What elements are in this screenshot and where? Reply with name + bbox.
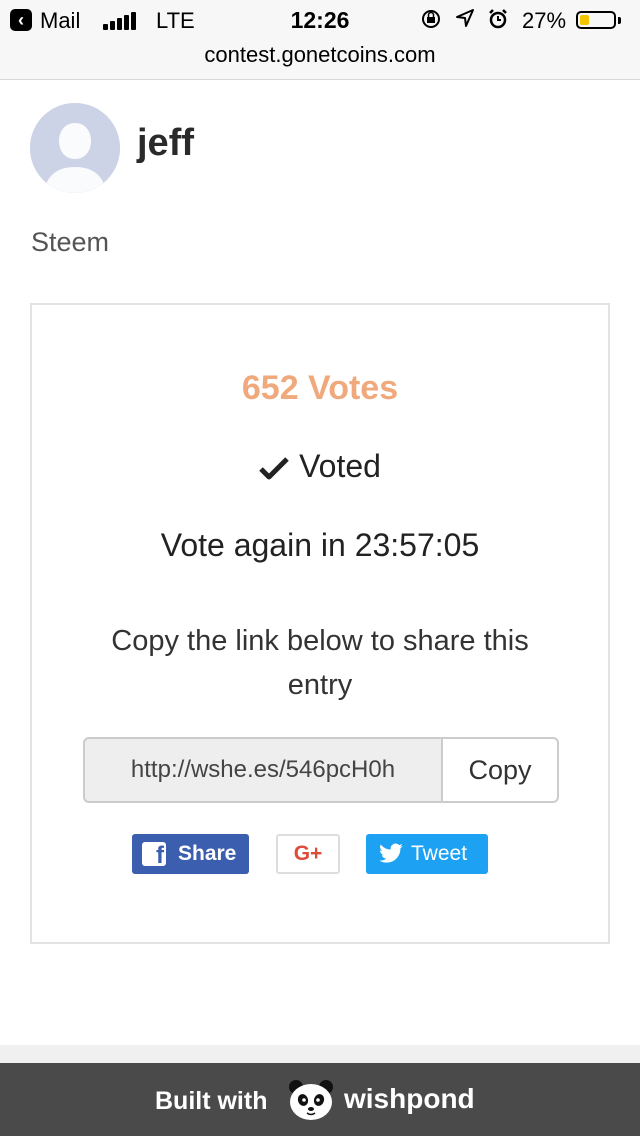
copy-button[interactable]: Copy [441,737,559,803]
share-instructions: Copy the link below to share this entry [111,625,529,701]
battery-percent: 27% [522,8,567,33]
voted-label: Voted [299,448,381,484]
tweet-button[interactable]: Tweet [366,834,488,874]
panda-logo-icon[interactable] [287,1079,335,1121]
wishpond-brand[interactable]: wishpond [344,1083,475,1115]
tweet-label: Tweet [411,842,468,865]
entry-category: Steem [31,227,110,257]
share-link-group: http://wshe.es/546pcH0h Copy [83,737,559,803]
built-with-label: Built with [155,1087,268,1115]
facebook-icon: f [142,842,166,868]
footer-divider [0,1045,640,1063]
facebook-share-label: Share [178,842,237,865]
entry-username: jeff [137,122,194,164]
battery-cap [618,17,621,24]
default-user-icon [30,103,120,193]
footer: Built with wishpond [0,1063,640,1136]
status-bar: ‹ Mail LTE 12:26 27% contest.gonetcoins.… [0,0,640,80]
vote-again-timer: Vote again in 23:57:05 [160,527,480,563]
google-plus-button[interactable]: G+ [276,834,340,874]
facebook-share-button[interactable]: f Share [132,834,249,874]
share-link-field[interactable]: http://wshe.es/546pcH0h [83,737,443,803]
address-bar-url[interactable]: contest.gonetcoins.com [0,42,640,68]
location-icon [455,8,475,34]
rotation-lock-icon [420,8,442,36]
vote-card: 652 Votes Voted Vote again in 23:57:05 C… [30,303,610,944]
checkmark-icon [259,457,289,480]
twitter-icon [379,843,403,863]
voted-status: Voted [32,448,608,485]
battery-icon [576,11,616,29]
alarm-icon [487,8,509,36]
vote-count: 652 Votes [241,369,399,407]
avatar [30,103,120,193]
